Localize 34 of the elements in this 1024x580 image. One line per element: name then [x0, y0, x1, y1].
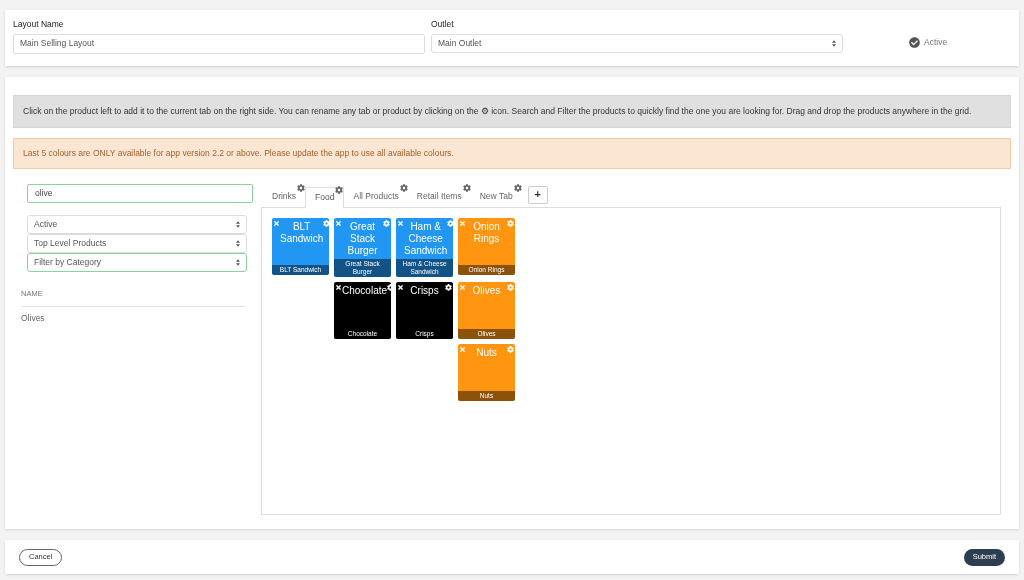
status-label: Active	[924, 36, 948, 49]
tile-title: Crisps	[409, 283, 440, 298]
add-tab-button[interactable]: +	[527, 185, 548, 204]
tab[interactable]: Food	[305, 186, 345, 208]
sort-arrows-icon	[832, 39, 836, 47]
filter-select[interactable]: Top Level Products	[27, 233, 247, 253]
layout-name-field[interactable]: Main Selling Layout	[13, 33, 425, 54]
tab[interactable]: New Tab	[470, 185, 522, 207]
close-icon[interactable]	[397, 283, 404, 291]
status-icon[interactable]	[909, 36, 920, 48]
tile-title: Olives	[471, 283, 502, 298]
outlet-select[interactable]: Main Outlet	[431, 33, 843, 53]
warning-message: Last 5 colours are ONLY available for app version 2.2 or above. Please update the app to use all available colours.	[13, 137, 1011, 169]
tile-title: Nuts	[475, 345, 498, 360]
sort-arrows-icon	[236, 258, 240, 266]
field-label: Outlet	[431, 18, 455, 31]
tile-title: Chocolate	[342, 283, 388, 298]
info-message: Click on the product left to add it to the current tab on the right side. You can rename any tab or product by clicking on the ⚙ icon. Search and Filter the products to quickly find the one you are looking for. Drag and drop the products anywhere in the grid.	[13, 95, 1011, 128]
field-label: Layout Name	[13, 18, 65, 31]
sort-arrows-icon	[236, 239, 240, 247]
settings-icon[interactable]	[445, 283, 452, 291]
tile-title: Great Stack Burger	[346, 219, 379, 258]
product-row[interactable]: Olives	[21, 306, 245, 330]
tile-title: BLT Sandwich	[280, 219, 324, 246]
tab[interactable]: Drinks	[263, 185, 306, 207]
tab[interactable]: All Products	[344, 185, 408, 207]
filter-select[interactable]: Filter by Category	[27, 252, 247, 272]
tile-title: Ham & Cheese Sandwich	[404, 219, 448, 258]
tile-title: Onion Rings	[472, 219, 501, 246]
search-field[interactable]: olive	[27, 183, 253, 203]
filter-select[interactable]: Active	[27, 214, 247, 234]
close-icon[interactable]	[335, 283, 342, 291]
sort-arrows-icon	[236, 220, 240, 228]
tab[interactable]: Retail Items	[407, 185, 471, 207]
